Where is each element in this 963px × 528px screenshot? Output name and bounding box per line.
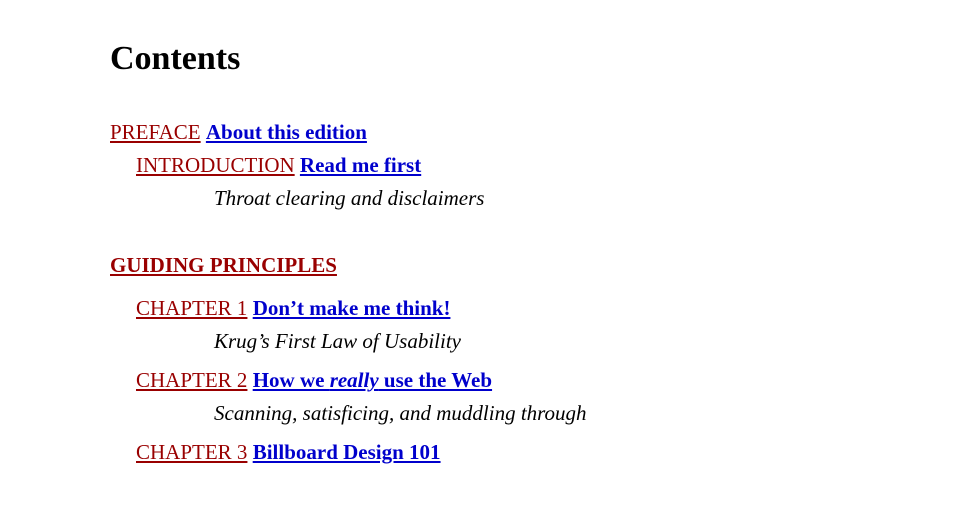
toc-subtitle: Scanning, satisficing, and muddling thro… [214,401,963,426]
toc-entry: CHAPTER 3 Billboard Design 101 [136,440,963,465]
chapter-1-label-link[interactable]: CHAPTER 1 [136,296,247,320]
toc-entry: INTRODUCTION Read me first Throat cleari… [136,153,963,211]
toc-subtitle: Throat clearing and disclaimers [214,186,963,211]
toc-entry: PREFACE About this edition [110,120,963,145]
preface-title-link[interactable]: About this edition [206,120,367,144]
chapter-1-title-link[interactable]: Don’t make me think! [253,296,451,320]
toc-subtitle: Krug’s First Law of Usability [214,329,963,354]
introduction-label-link[interactable]: INTRODUCTION [136,153,295,177]
toc-line: INTRODUCTION Read me first [136,153,963,178]
introduction-title-link[interactable]: Read me first [300,153,421,177]
toc-line: CHAPTER 3 Billboard Design 101 [136,440,963,465]
chapter-3-title-link[interactable]: Billboard Design 101 [253,440,441,464]
toc-entry: CHAPTER 1 Don’t make me think! Krug’s Fi… [136,296,963,354]
toc-line: CHAPTER 1 Don’t make me think! [136,296,963,321]
toc-entry: CHAPTER 2 How we really use the Web Scan… [136,368,963,426]
toc-line: PREFACE About this edition [110,120,963,145]
section-block: GUIDING PRINCIPLES [110,225,963,296]
chapter-3-label-link[interactable]: CHAPTER 3 [136,440,247,464]
page-title: Contents [110,40,963,78]
contents-page: Contents PREFACE About this edition INTR… [0,0,963,465]
toc-line: CHAPTER 2 How we really use the Web [136,368,963,393]
section-heading-link[interactable]: GUIDING PRINCIPLES [110,253,337,278]
chapter-2-label-link[interactable]: CHAPTER 2 [136,368,247,392]
preface-label-link[interactable]: PREFACE [110,120,201,144]
chapter-2-title-link[interactable]: How we really use the Web [253,368,492,392]
